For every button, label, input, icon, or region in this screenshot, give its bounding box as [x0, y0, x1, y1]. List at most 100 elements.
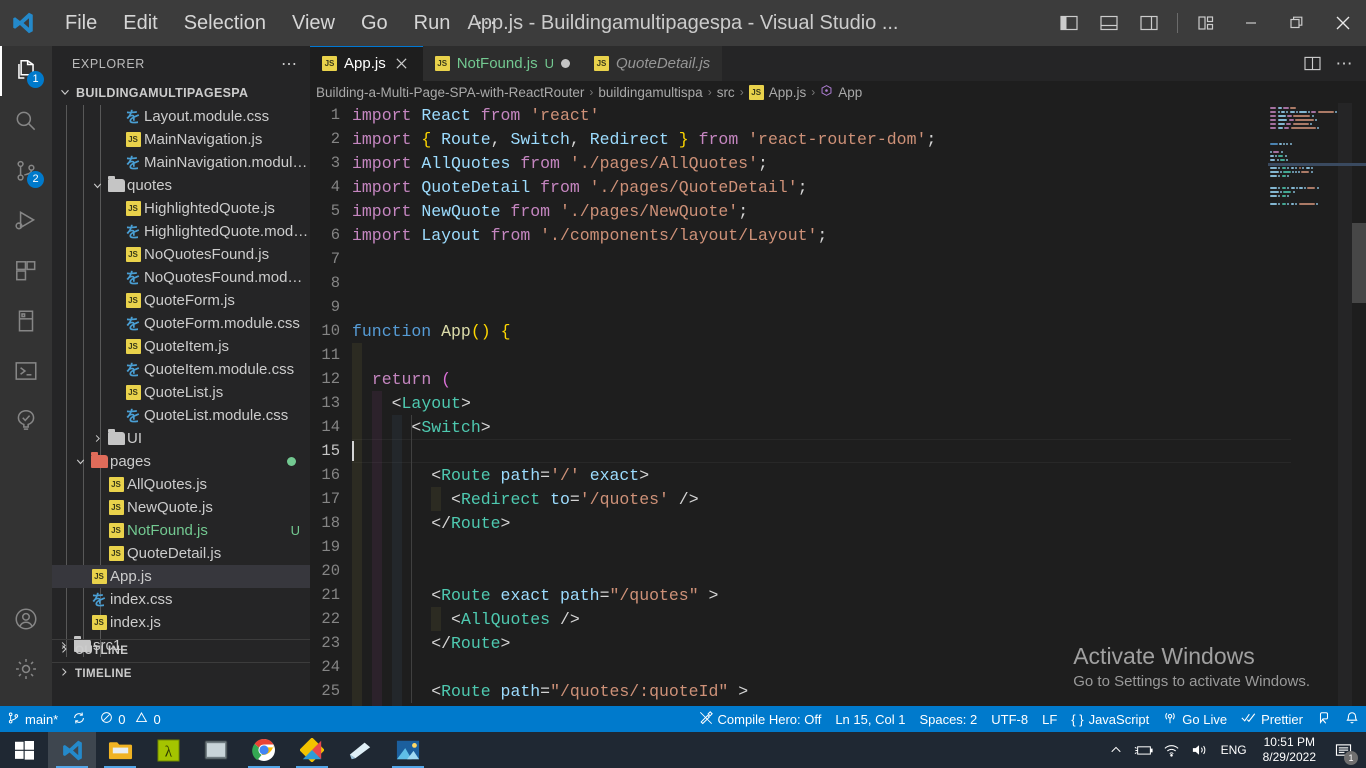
clock[interactable]: 10:51 PM 8/29/2022	[1255, 735, 1324, 765]
tab-dirty-indicator[interactable]	[560, 59, 570, 68]
code-line[interactable]: 23 </Route>	[310, 631, 1366, 655]
breadcrumb-item[interactable]: App	[820, 84, 862, 100]
activity-testing[interactable]	[0, 396, 52, 446]
toggle-panel-icon[interactable]	[1091, 5, 1127, 41]
menu-file[interactable]: File	[52, 6, 110, 40]
menu-run[interactable]: Run	[401, 6, 464, 40]
code-editor[interactable]: 1 import React from 'react' 2 import { Rout…	[310, 103, 1366, 706]
tray-expand-icon[interactable]	[1103, 732, 1129, 768]
tree-item-index-css[interactable]: を index.css	[52, 588, 310, 611]
status-language-mode[interactable]: { } JavaScript	[1064, 706, 1156, 732]
tree-item-ui[interactable]: UI	[52, 427, 310, 450]
tree-item-quoteform-js[interactable]: JS QuoteForm.js	[52, 289, 310, 312]
activity-search[interactable]	[0, 96, 52, 146]
code-line[interactable]: 11	[310, 343, 1366, 367]
taskbar-photos[interactable]	[384, 732, 432, 768]
taskbar-terminal[interactable]	[192, 732, 240, 768]
taskbar-lambda-app[interactable]: λ	[144, 732, 192, 768]
language-indicator[interactable]: ENG	[1215, 732, 1253, 768]
volume-icon[interactable]	[1187, 732, 1213, 768]
tree-item-mainnavigation-module-css[interactable]: を MainNavigation.module.css	[52, 151, 310, 174]
code-line[interactable]: 5 import NewQuote from './pages/NewQuote'…	[310, 199, 1366, 223]
breadcrumb-item[interactable]: JS App.js	[748, 84, 806, 100]
minimap-slider[interactable]	[1338, 103, 1352, 723]
customize-layout-icon[interactable]	[1188, 5, 1224, 41]
menu-selection[interactable]: Selection	[171, 6, 279, 40]
code-line[interactable]: 17 <Redirect to='/quotes' />	[310, 487, 1366, 511]
timeline-section[interactable]: TIMELINE	[52, 662, 310, 684]
tree-item-index-js[interactable]: JS index.js	[52, 611, 310, 634]
status-cursor-position[interactable]: Ln 15, Col 1	[828, 706, 912, 732]
maximize-restore-button[interactable]	[1274, 0, 1320, 46]
status-eol[interactable]: LF	[1035, 706, 1064, 732]
breadcrumb-item[interactable]: buildingamultispa	[598, 85, 702, 100]
menu-more[interactable]: ⋯	[463, 6, 509, 40]
code-line[interactable]: 14 <Switch>	[310, 415, 1366, 439]
code-line[interactable]: 16 <Route path='/' exact>	[310, 463, 1366, 487]
tree-item-quotelist-js[interactable]: JS QuoteList.js	[52, 381, 310, 404]
code-line[interactable]: 20	[310, 559, 1366, 583]
activity-explorer[interactable]: 1	[0, 46, 52, 96]
tree-item-quotelist-module-css[interactable]: を QuoteList.module.css	[52, 404, 310, 427]
editor-tab-app-js[interactable]: JS App.js	[310, 46, 423, 81]
status-go-live[interactable]: Go Live	[1156, 706, 1234, 732]
workspace-root-row[interactable]: BUILDINGAMULTIPAGESPA	[52, 81, 310, 105]
tree-item-layout-module-css[interactable]: を Layout.module.css	[52, 105, 310, 128]
activity-settings[interactable]	[0, 644, 52, 694]
activity-run-and-debug[interactable]	[0, 196, 52, 246]
code-line[interactable]: 13 <Layout>	[310, 391, 1366, 415]
toggle-primary-sidebar-icon[interactable]	[1051, 5, 1087, 41]
split-editor-right-icon[interactable]	[1298, 51, 1326, 77]
scrollbar-thumb[interactable]	[1352, 223, 1366, 303]
editor-tab-notfound-js[interactable]: JS NotFound.js U	[422, 46, 582, 81]
taskbar-paint-3d[interactable]	[288, 732, 336, 768]
activity-terminal[interactable]	[0, 346, 52, 396]
tree-item-quotes[interactable]: quotes	[52, 174, 310, 197]
menu-edit[interactable]: Edit	[110, 6, 170, 40]
tree-item-noquotesfound-js[interactable]: JS NoQuotesFound.js	[52, 243, 310, 266]
code-line[interactable]: 19	[310, 535, 1366, 559]
tree-item-quoteform-module-css[interactable]: を QuoteForm.module.css	[52, 312, 310, 335]
minimize-button[interactable]	[1228, 0, 1274, 46]
status-branch[interactable]: main*	[0, 706, 65, 732]
code-line[interactable]: 4 import QuoteDetail from './pages/QuoteD…	[310, 175, 1366, 199]
tree-item-noquotesfound-module-c[interactable]: をNoQuotesFound.module.c...	[52, 266, 310, 289]
status-indentation[interactable]: Spaces: 2	[912, 706, 984, 732]
editor-more-actions-icon[interactable]: ⋯	[1330, 51, 1358, 77]
code-line[interactable]: 15	[310, 439, 1366, 463]
tree-item-pages[interactable]: pages	[52, 450, 310, 473]
code-line[interactable]: 2 import { Route, Switch, Redirect } from…	[310, 127, 1366, 151]
close-button[interactable]	[1320, 0, 1366, 46]
tree-item-newquote-js[interactable]: JS NewQuote.js	[52, 496, 310, 519]
minimap[interactable]	[1268, 103, 1366, 723]
breadcrumb-item[interactable]: src	[717, 85, 735, 100]
code-line[interactable]: 1 import React from 'react'	[310, 103, 1366, 127]
editor-vertical-scrollbar[interactable]	[1352, 103, 1366, 706]
code-line[interactable]: 7	[310, 247, 1366, 271]
activity-accounts[interactable]	[0, 594, 52, 644]
taskbar-sticky-notes[interactable]	[336, 732, 384, 768]
tree-item-quotedetail-js[interactable]: JS QuoteDetail.js	[52, 542, 310, 565]
explorer-more-icon[interactable]: ⋯	[281, 54, 298, 74]
status-notifications[interactable]	[1338, 706, 1366, 732]
tree-item-app-js[interactable]: JS App.js	[52, 565, 310, 588]
taskbar-file-explorer[interactable]	[96, 732, 144, 768]
breadcrumb-item[interactable]: Building-a-Multi-Page-SPA-with-ReactRout…	[316, 85, 584, 100]
code-line[interactable]: 9	[310, 295, 1366, 319]
code-line[interactable]: 22 <AllQuotes />	[310, 607, 1366, 631]
tree-item-quoteitem-module-css[interactable]: を QuoteItem.module.css	[52, 358, 310, 381]
tab-close-icon[interactable]	[393, 55, 411, 73]
tree-item-notfound-js[interactable]: JS NotFound.js U	[52, 519, 310, 542]
menu-go[interactable]: Go	[348, 6, 401, 40]
wifi-icon[interactable]	[1159, 732, 1185, 768]
status-encoding[interactable]: UTF-8	[984, 706, 1035, 732]
activity-source-control[interactable]: 2	[0, 146, 52, 196]
taskbar-chrome[interactable]	[240, 732, 288, 768]
code-line[interactable]: 25 <Route path="/quotes/:quoteId" >	[310, 679, 1366, 703]
activity-extensions[interactable]	[0, 246, 52, 296]
tree-item-highlightedquote-js[interactable]: JS HighlightedQuote.js	[52, 197, 310, 220]
code-line[interactable]: 24	[310, 655, 1366, 679]
code-line[interactable]: 3 import AllQuotes from './pages/AllQuote…	[310, 151, 1366, 175]
outline-section[interactable]: OUTLINE	[52, 639, 310, 661]
status-prettier[interactable]: Prettier	[1234, 706, 1310, 732]
